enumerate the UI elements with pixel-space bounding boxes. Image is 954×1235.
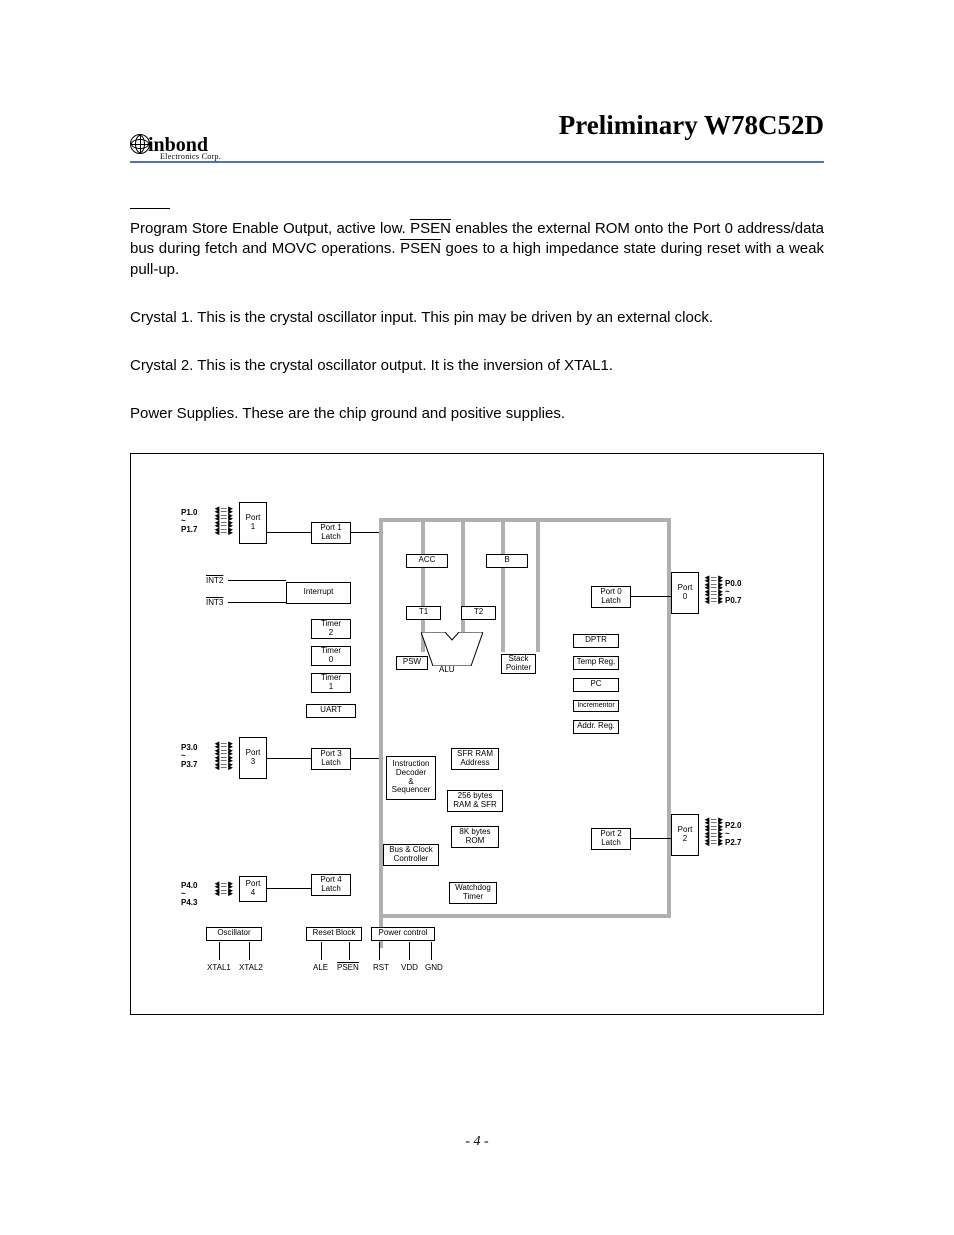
xtal2-pin-label: XTAL2 (239, 964, 263, 973)
port3-box: Port3 (239, 737, 267, 779)
psen-pre: Program Store Enable Output, active low. (130, 220, 410, 237)
rom-box: 8K bytesROM (451, 826, 499, 848)
temp-reg-box: Temp Reg. (573, 656, 619, 670)
globe-icon (130, 134, 150, 154)
port1-arrows: ◄─► ◄─► ◄─► ◄─► ◄─► ◄─► ◄─► ◄─► (213, 507, 235, 535)
timer2-box: Timer2 (311, 619, 351, 639)
port0-box: Port0 (671, 572, 699, 614)
body-text: Program Store Enable Output, active low.… (130, 208, 824, 1015)
xtal2-paragraph: Crystal 2. This is the crystal oscillato… (130, 356, 824, 376)
vdd-pin-label: VDD (401, 964, 418, 973)
incrementor-box: Incrementor (573, 700, 619, 712)
psen-signal-2: PSEN (400, 240, 441, 257)
xtal1-paragraph: Crystal 1. This is the crystal oscillato… (130, 308, 824, 328)
p2-range-label: P2.0~P2.7 (725, 822, 741, 848)
b-box: B (486, 554, 528, 568)
xtal1-pin-label: XTAL1 (207, 964, 231, 973)
acc-box: ACC (406, 554, 448, 568)
page-number: - 4 - (0, 1134, 954, 1150)
instruction-decoder-box: InstructionDecoder&Sequencer (386, 756, 436, 800)
addr-reg-box: Addr. Reg. (573, 720, 619, 734)
sfr-ram-address-box: SFR RAMAddress (451, 748, 499, 770)
page-title: Preliminary W78C52D (130, 110, 824, 141)
int2-label: INT2 (206, 577, 223, 586)
port4-arrows: ◄─► ◄─► ◄─► ◄─► (213, 882, 235, 896)
port4-box: Port4 (239, 876, 267, 902)
watchdog-timer-box: WatchdogTimer (449, 882, 497, 904)
interrupt-box: Interrupt (286, 582, 351, 604)
timer0-box: Timer0 (311, 646, 351, 666)
oscillator-box: Oscillator (206, 927, 262, 941)
int3-label: INT3 (206, 599, 223, 608)
p4-range-label: P4.0~P4.3 (181, 882, 197, 908)
gnd-pin-label: GND (425, 964, 443, 973)
alu-shape (421, 632, 483, 666)
p0-range-label: P0.0~P0.7 (725, 580, 741, 606)
t1-box: T1 (406, 606, 441, 620)
psen-paragraph: Program Store Enable Output, active low.… (130, 219, 824, 280)
t2-box: T2 (461, 606, 496, 620)
port4-latch-box: Port 4Latch (311, 874, 351, 896)
header: Preliminary W78C52D inbond Electronics C… (130, 110, 824, 163)
alu-label: ALU (439, 666, 455, 675)
p1-range-label: P1.0~P1.7 (181, 509, 197, 535)
psen-pin-label: PSEN (337, 964, 359, 973)
port2-latch-box: Port 2Latch (591, 828, 631, 850)
uart-box: UART (306, 704, 356, 718)
port0-latch-box: Port 0Latch (591, 586, 631, 608)
reset-block-box: Reset Block (306, 927, 362, 941)
port0-arrows: ◄─► ◄─► ◄─► ◄─► ◄─► ◄─► ◄─► ◄─► (703, 576, 725, 604)
port3-latch-box: Port 3Latch (311, 748, 351, 770)
ram-box: 256 bytesRAM & SFR (447, 790, 503, 812)
stack-pointer-box: StackPointer (501, 654, 536, 674)
header-rule (130, 161, 824, 163)
short-rule (130, 208, 170, 209)
dptr-box: DPTR (573, 634, 619, 648)
port1-latch-box: Port 1Latch (311, 522, 351, 544)
timer1-box: Timer1 (311, 673, 351, 693)
p3-range-label: P3.0~P3.7 (181, 744, 197, 770)
power-control-box: Power control (371, 927, 435, 941)
psen-signal-1: PSEN (410, 220, 451, 237)
rst-pin-label: RST (373, 964, 389, 973)
port2-box: Port2 (671, 814, 699, 856)
block-diagram: P1.0~P1.7 ◄─► ◄─► ◄─► ◄─► ◄─► ◄─► ◄─► ◄─… (130, 453, 824, 1015)
bus-clock-controller-box: Bus & ClockController (383, 844, 439, 866)
logo-subtitle: Electronics Corp. (160, 153, 221, 161)
ale-pin-label: ALE (313, 964, 328, 973)
port1-box: Port1 (239, 502, 267, 544)
power-paragraph: Power Supplies. These are the chip groun… (130, 404, 824, 424)
port2-arrows: ◄─► ◄─► ◄─► ◄─► ◄─► ◄─► ◄─► ◄─► (703, 818, 725, 846)
winbond-logo: inbond Electronics Corp. (130, 134, 221, 161)
port3-arrows: ◄─► ◄─► ◄─► ◄─► ◄─► ◄─► ◄─► ◄─► (213, 742, 235, 770)
pc-box: PC (573, 678, 619, 692)
